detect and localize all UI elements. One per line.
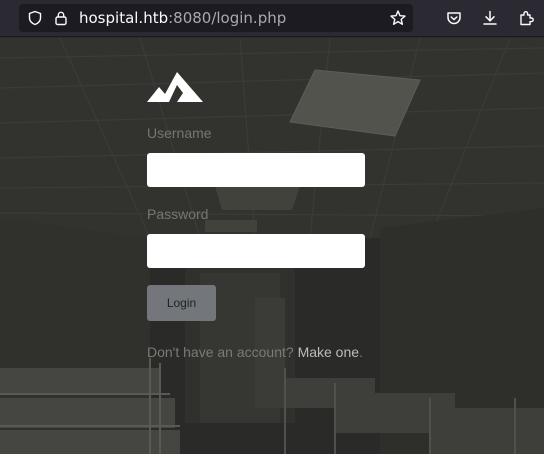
username-input[interactable] bbox=[147, 153, 365, 187]
extensions-icon[interactable] bbox=[517, 9, 535, 27]
password-label: Password bbox=[147, 206, 209, 222]
mountain-logo-icon bbox=[147, 72, 203, 102]
login-page: Username Password Login Don't have an ac… bbox=[0, 38, 544, 454]
url-text[interactable]: hospital.htb:8080/login.php bbox=[79, 9, 286, 27]
make-one-link[interactable]: Make one bbox=[298, 344, 359, 360]
lock-icon[interactable] bbox=[53, 10, 69, 26]
username-label: Username bbox=[147, 125, 212, 141]
star-icon[interactable] bbox=[389, 9, 407, 27]
password-input[interactable] bbox=[147, 234, 365, 268]
signup-prompt: Don't have an account? Make one. bbox=[147, 344, 363, 360]
signup-period: . bbox=[359, 344, 363, 360]
pocket-icon[interactable] bbox=[445, 9, 463, 27]
shield-icon[interactable] bbox=[27, 10, 43, 26]
signup-question: Don't have an account? bbox=[147, 344, 294, 360]
url-host: hospital.htb bbox=[79, 9, 169, 27]
download-icon[interactable] bbox=[481, 9, 499, 27]
login-button[interactable]: Login bbox=[147, 285, 216, 321]
url-path: :8080/login.php bbox=[168, 9, 287, 27]
browser-toolbar: hospital.htb:8080/login.php bbox=[0, 0, 544, 37]
address-bar[interactable]: hospital.htb:8080/login.php bbox=[19, 4, 413, 32]
